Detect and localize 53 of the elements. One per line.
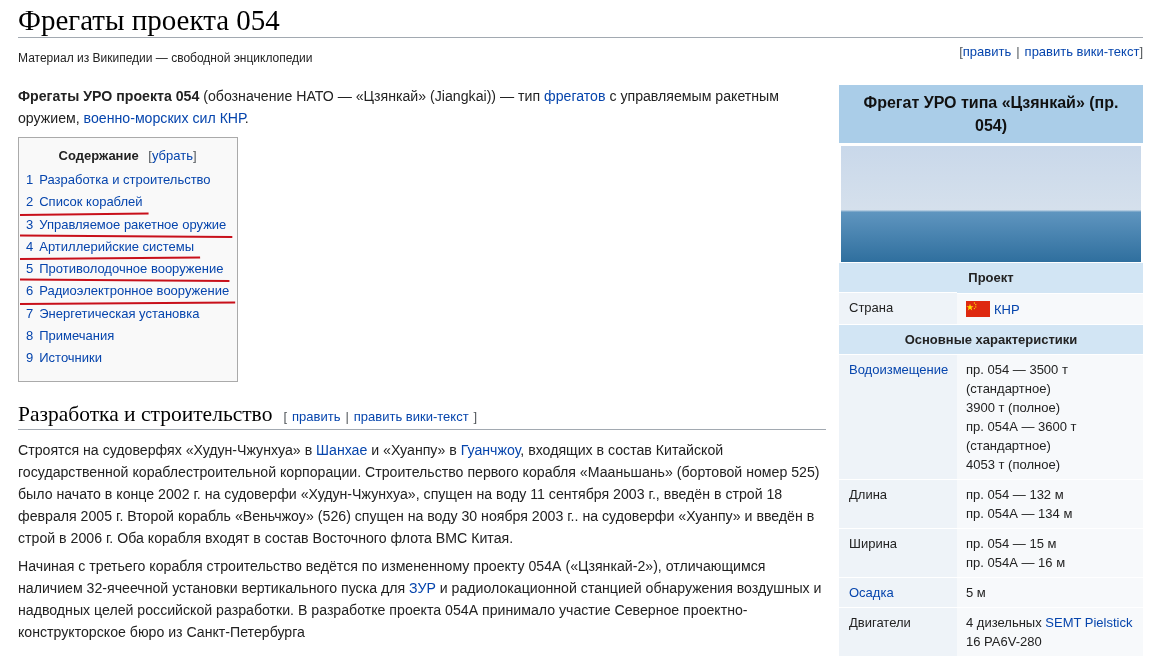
bracket-text: [ xyxy=(283,408,287,424)
infobox-value-text: пр. 054А — 134 м xyxy=(966,504,1074,523)
infobox-label-link[interactable]: Водоизмещение xyxy=(849,361,949,377)
toc-link[interactable]: 9 Источники xyxy=(26,350,102,366)
infobox-link[interactable]: SEMT Pielstick xyxy=(1045,614,1133,630)
flag-icon xyxy=(966,301,990,317)
toc-link[interactable]: 5 Противолодочное вооружение xyxy=(26,261,224,277)
edit-link[interactable]: править xyxy=(292,408,341,424)
section-heading: Разработка и строительство xyxy=(18,400,273,428)
country-link[interactable]: КНР xyxy=(994,299,1020,319)
bracket-text: [ xyxy=(148,148,152,163)
toc-link[interactable]: 4 Артиллерийские системы xyxy=(26,238,195,254)
infobox-value-text: пр. 054А — 16 м xyxy=(966,553,1067,572)
infobox-value-text: 3900 т (полное) xyxy=(966,398,1061,417)
infobox-label: Страна xyxy=(849,300,894,315)
edit-link[interactable]: править вики-текст xyxy=(353,408,469,424)
article-link[interactable]: Шанхае xyxy=(316,441,368,458)
infobox-value-text: пр. 054 — 3500 т (стандартное) xyxy=(966,360,1069,398)
article-link[interactable]: ЗУР xyxy=(409,579,436,596)
article-link[interactable]: фрегатов xyxy=(544,88,606,104)
toc-link[interactable]: 3 Управляемое ракетное оружие xyxy=(26,216,227,232)
bracket-text: ] xyxy=(1139,44,1143,59)
bracket-text: [ xyxy=(959,44,963,59)
article-link[interactable]: военно-морских сил КНР xyxy=(83,110,245,126)
body-paragraph: Начиная с третьего корабля строительство ведётся по измененному проекту 054А («Цзянкай-2»), отличающимся наличием 32-ячеечной установки вертикального пуска для ЗУР и радиолокационной станцией обнаружения воздушных и надводных целей российской разработки. В разработке проекта 054А принимало участие Северное проектно-конструкторское бюро из Санкт-Петербурга xyxy=(18,556,823,642)
toc-title: Содержание xyxy=(58,148,139,163)
infobox-section-heading: Проект xyxy=(839,262,1143,293)
infobox-value-text: 4 дизельных SEMT Pielstick 16 PA6V-280 xyxy=(966,613,1134,651)
infobox-label: Ширина xyxy=(849,535,898,551)
infobox-value-text: пр. 054А — 3600 т (стандартное) xyxy=(966,417,1078,455)
page-title: Фрегаты проекта 054 xyxy=(18,0,1143,38)
edit-link[interactable]: править вики-текст xyxy=(1024,44,1140,59)
bracket-text: ] xyxy=(192,148,197,163)
toc-link[interactable]: 6 Радиоэлектронное вооружение xyxy=(26,283,230,299)
site-tagline: Материал из Википедии — свободной энциклопедии xyxy=(18,50,313,65)
infobox-section-heading: Основные характеристики xyxy=(839,324,1143,354)
infobox-value-text: 4053 т (полное) xyxy=(966,455,1061,474)
infobox-label-link[interactable]: Осадка xyxy=(849,584,894,600)
link-separator: | xyxy=(345,408,349,424)
infobox-value-text: пр. 054 — 15 м xyxy=(966,534,1058,553)
toc-link[interactable]: 8 Примечания xyxy=(26,328,115,344)
toc-link[interactable]: 1 Разработка и строительство xyxy=(26,172,211,187)
infobox-value-text: 5 м xyxy=(966,583,987,602)
toc-link[interactable]: 7 Энергетическая установка xyxy=(26,305,200,321)
body-paragraph: Строятся на судоверфях «Худун-Чжунхуа» в Шанхае и «Хуанпу» в Гуанчжоу, входящих в состав Китайской государственной кораблестроительной корпорации. Строительство первого корабля «Мааньшань» (бортовой номер 525) было начато в конце 2002 г. на судоверфи «Худун-Чжунхуа», спущен на воду 11 сентября 2003 г., введён в строй 18 февраля 2005 г. Второй корабль «Веньчжоу» (526) спущен на воду 30 ноября 2003 г.. на судоверфи «Хуанпу» и введён в строй в 2006 г. Оба корабля входят в состав Восточного флота ВМС Китая. xyxy=(18,440,821,548)
toc-link[interactable]: 2 Список кораблей xyxy=(26,194,143,210)
intro-paragraph: Фрегаты УРО проекта 054 (обозначение НАТО — «Цзянкай» (Jiangkai)) — тип фрегатов с управляемым ракетным оружием, военно-морских сил КНР. xyxy=(18,87,780,128)
infobox-label: Длина xyxy=(849,486,888,502)
infobox-value-text: пр. 054 — 132 м xyxy=(966,485,1065,504)
bracket-text: ] xyxy=(473,408,478,424)
infobox-label: Двигатели xyxy=(849,614,911,630)
infobox-title: Фрегат УРО типа «Цзянкай» (пр. 054) xyxy=(839,85,1143,143)
link-separator: | xyxy=(1016,44,1020,59)
